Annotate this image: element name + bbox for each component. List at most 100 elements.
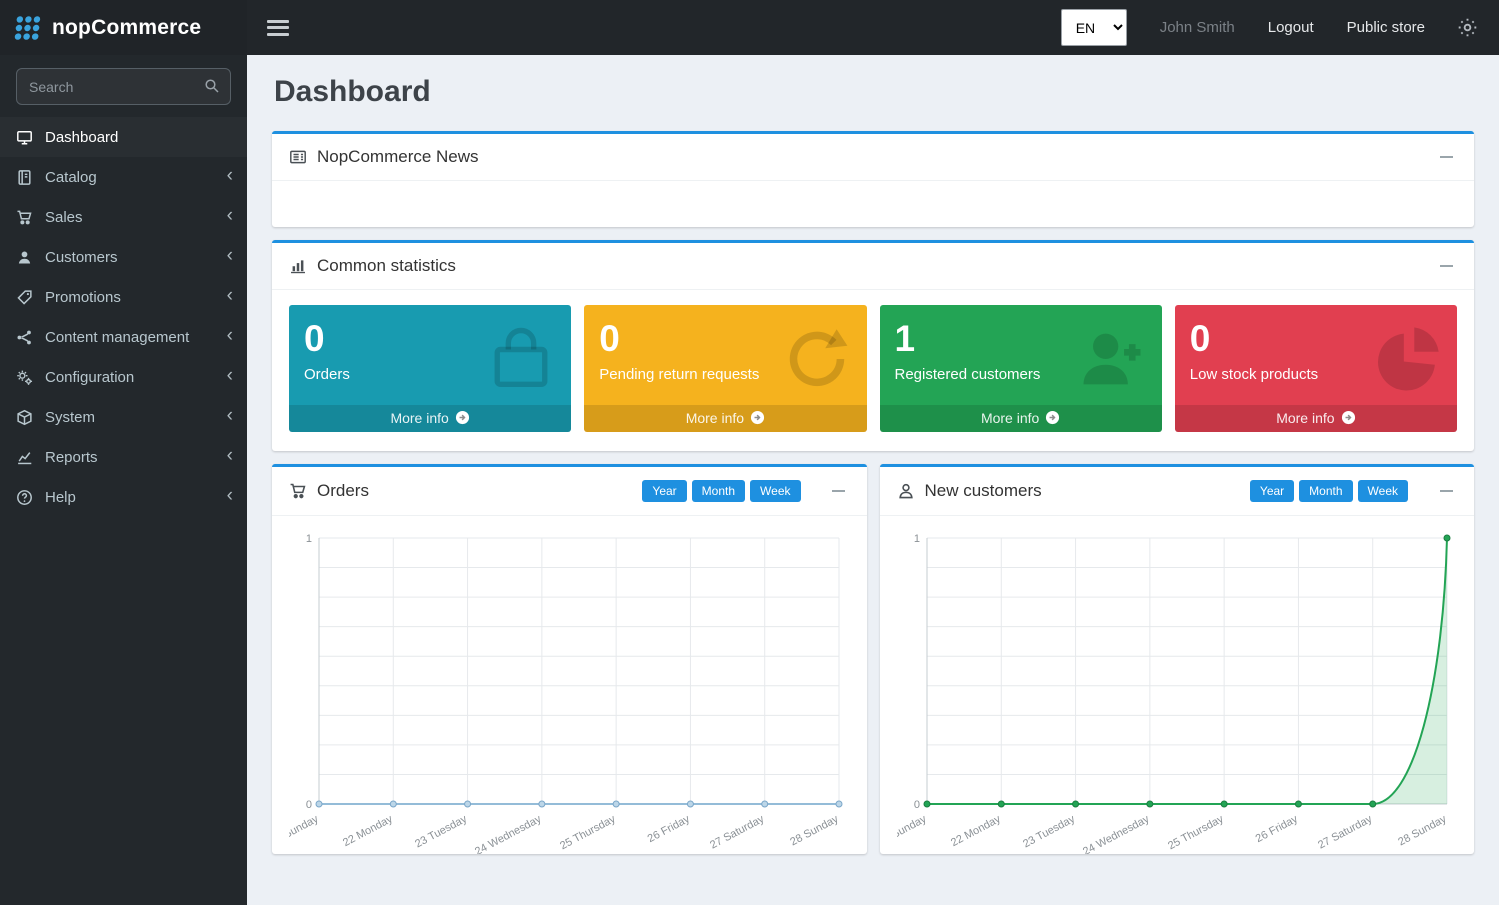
news-panel-title: NopCommerce News bbox=[317, 147, 479, 167]
brand-name: nopCommerce bbox=[52, 16, 201, 40]
svg-text:21 Sunday: 21 Sunday bbox=[289, 812, 321, 848]
language-select[interactable]: EN bbox=[1061, 9, 1127, 46]
arrow-circle-right-icon bbox=[1341, 410, 1356, 425]
statistics-boxes: 0 Orders More info 0 bbox=[272, 290, 1474, 451]
sidebar-item-catalog[interactable]: Catalog ‹ bbox=[0, 157, 247, 197]
settings-gear-icon[interactable] bbox=[1458, 18, 1477, 37]
common-statistics-panel: Common statistics 0 Orders More info bbox=[272, 240, 1474, 451]
registered-customers-more-info-link[interactable]: More info bbox=[880, 405, 1162, 432]
chevron-left-icon: ‹ bbox=[227, 366, 233, 388]
charts-row: Orders Year Month Week 1021 Sunday22 Mon… bbox=[272, 464, 1474, 854]
orders-chart-header: Orders Year Month Week bbox=[272, 467, 867, 516]
chevron-left-icon: ‹ bbox=[227, 166, 233, 188]
newspaper-icon bbox=[289, 148, 307, 166]
low-stock-more-info-link[interactable]: More info bbox=[1175, 405, 1457, 432]
sidebar-item-label: Help bbox=[45, 489, 76, 506]
admin-dashboard: { "header": { "brand": "nopCommerce", "l… bbox=[0, 0, 1499, 905]
sidebar-item-sales[interactable]: Sales ‹ bbox=[0, 197, 247, 237]
svg-text:24 Wednesday: 24 Wednesday bbox=[473, 812, 544, 853]
sidebar-item-configuration[interactable]: Configuration ‹ bbox=[0, 357, 247, 397]
sidebar-item-dashboard[interactable]: Dashboard bbox=[0, 117, 247, 157]
low-stock-stat-box: 0 Low stock products More info bbox=[1175, 305, 1457, 432]
sidebar-item-label: Promotions bbox=[45, 289, 121, 306]
chart-line-icon bbox=[16, 448, 34, 466]
sidebar-toggle-button[interactable] bbox=[267, 20, 289, 36]
orders-year-button[interactable]: Year bbox=[642, 480, 686, 502]
cart-icon bbox=[289, 482, 307, 500]
bar-chart-icon bbox=[289, 257, 307, 275]
public-store-link[interactable]: Public store bbox=[1347, 19, 1425, 36]
news-panel-header: NopCommerce News bbox=[272, 134, 1474, 181]
chevron-left-icon: ‹ bbox=[227, 246, 233, 268]
customers-week-button[interactable]: Week bbox=[1358, 480, 1408, 502]
new-customers-chart-header: New customers Year Month Week bbox=[880, 467, 1475, 516]
collapse-minus-icon[interactable] bbox=[1435, 481, 1457, 501]
sidebar-item-system[interactable]: System ‹ bbox=[0, 397, 247, 437]
orders-label: Orders bbox=[304, 366, 556, 383]
svg-text:23 Tuesday: 23 Tuesday bbox=[1021, 812, 1077, 850]
registered-customers-count: 1 bbox=[895, 318, 1147, 361]
orders-month-button[interactable]: Month bbox=[692, 480, 745, 502]
sidebar-item-reports[interactable]: Reports ‹ bbox=[0, 437, 247, 477]
svg-text:22 Monday: 22 Monday bbox=[341, 812, 395, 848]
pending-returns-stat-box: 0 Pending return requests More info bbox=[584, 305, 866, 432]
statistics-panel-title: Common statistics bbox=[317, 256, 456, 276]
sidebar-item-label: Catalog bbox=[45, 169, 97, 186]
orders-stat-box: 0 Orders More info bbox=[289, 305, 571, 432]
svg-text:0: 0 bbox=[914, 799, 920, 811]
arrow-circle-right-icon bbox=[455, 410, 470, 425]
user-icon bbox=[16, 248, 34, 266]
svg-text:21 Sunday: 21 Sunday bbox=[897, 812, 929, 848]
question-icon bbox=[16, 488, 34, 506]
sidebar-item-customers[interactable]: Customers ‹ bbox=[0, 237, 247, 277]
search-input[interactable] bbox=[16, 68, 231, 105]
pending-returns-count: 0 bbox=[599, 318, 851, 361]
desktop-icon bbox=[16, 128, 34, 146]
arrow-circle-right-icon bbox=[1045, 410, 1060, 425]
sidebar-item-help[interactable]: Help ‹ bbox=[0, 477, 247, 517]
collapse-minus-icon[interactable] bbox=[828, 481, 850, 501]
tag-icon bbox=[16, 288, 34, 306]
topbar-right: EN John Smith Logout Public store bbox=[1061, 9, 1477, 46]
user-icon bbox=[897, 482, 915, 500]
orders-more-info-link[interactable]: More info bbox=[289, 405, 571, 432]
new-customers-chart-panel: New customers Year Month Week 1021 Sunda… bbox=[880, 464, 1475, 854]
sidebar-item-label: System bbox=[45, 409, 95, 426]
svg-text:26 Friday: 26 Friday bbox=[1253, 812, 1300, 844]
svg-text:23 Tuesday: 23 Tuesday bbox=[413, 812, 469, 850]
collapse-minus-icon[interactable] bbox=[1435, 256, 1457, 276]
sidebar-item-label: Customers bbox=[45, 249, 118, 266]
sidebar: Dashboard Catalog ‹ Sales ‹ bbox=[0, 55, 247, 905]
svg-text:28 Sunday: 28 Sunday bbox=[789, 812, 842, 848]
brand-logo[interactable]: nopCommerce bbox=[0, 0, 247, 55]
orders-week-button[interactable]: Week bbox=[750, 480, 800, 502]
svg-text:27 Saturday: 27 Saturday bbox=[708, 812, 766, 851]
orders-count: 0 bbox=[304, 318, 556, 361]
collapse-minus-icon[interactable] bbox=[1435, 147, 1457, 167]
sidebar-item-promotions[interactable]: Promotions ‹ bbox=[0, 277, 247, 317]
main-content: Dashboard NopCommerce News bbox=[247, 55, 1499, 905]
nopcommerce-dots-icon bbox=[13, 13, 43, 43]
sidebar-item-label: Configuration bbox=[45, 369, 134, 386]
svg-text:27 Saturday: 27 Saturday bbox=[1316, 812, 1374, 851]
pending-returns-more-info-link[interactable]: More info bbox=[584, 405, 866, 432]
share-nodes-icon bbox=[16, 328, 34, 346]
news-panel-body bbox=[272, 181, 1474, 227]
sidebar-item-content-management[interactable]: Content management ‹ bbox=[0, 317, 247, 357]
statistics-panel-header: Common statistics bbox=[272, 243, 1474, 290]
customers-month-button[interactable]: Month bbox=[1299, 480, 1352, 502]
pending-returns-label: Pending return requests bbox=[599, 366, 851, 383]
low-stock-label: Low stock products bbox=[1190, 366, 1442, 383]
customers-year-button[interactable]: Year bbox=[1250, 480, 1294, 502]
orders-chart-body: 1021 Sunday22 Monday23 Tuesday24 Wednesd… bbox=[272, 516, 867, 854]
gears-icon bbox=[16, 368, 34, 386]
logout-link[interactable]: Logout bbox=[1268, 19, 1314, 36]
search-icon[interactable] bbox=[204, 78, 220, 99]
low-stock-count: 0 bbox=[1190, 318, 1442, 361]
sidebar-item-label: Content management bbox=[45, 329, 189, 346]
new-customers-area-chart: 1021 Sunday22 Monday23 Tuesday24 Wednesd… bbox=[897, 524, 1457, 854]
orders-line-chart: 1021 Sunday22 Monday23 Tuesday24 Wednesd… bbox=[289, 524, 849, 854]
registered-customers-label: Registered customers bbox=[895, 366, 1147, 383]
registered-customers-stat-box: 1 Registered customers More info bbox=[880, 305, 1162, 432]
news-panel: NopCommerce News bbox=[272, 131, 1474, 227]
